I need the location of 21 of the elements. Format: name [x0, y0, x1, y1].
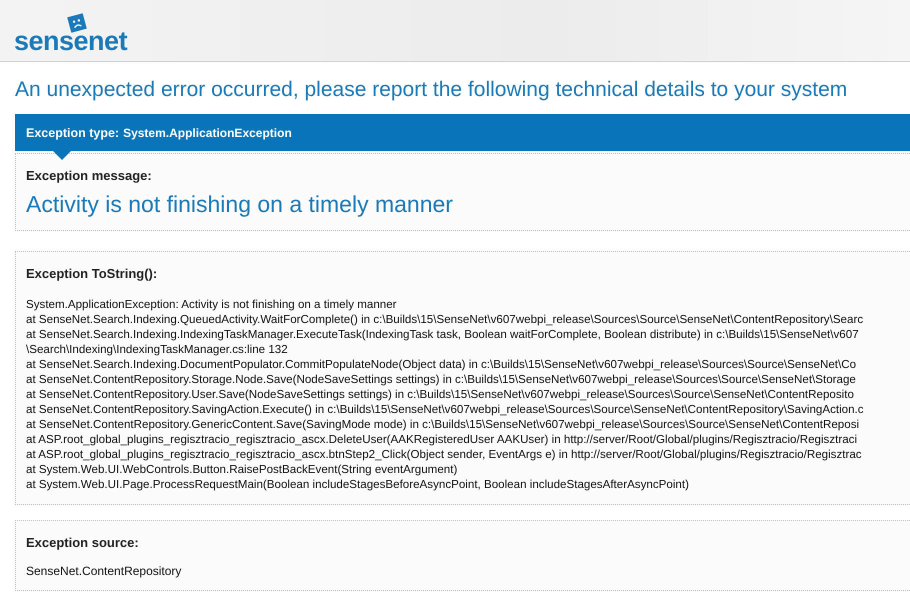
exception-source: SenseNet.ContentRepository — [26, 564, 182, 578]
stack-trace-line: at SenseNet.ContentRepository.Storage.Node.Save(NodeSaveSettings settings) in c:\Builds\15\SenseNet\v607webpi_release\Sources\Source\SenseNet\Storage — [26, 372, 857, 387]
section-title: Exception message: — [26, 168, 153, 183]
stack-trace-line: at System.Web.UI.WebControls.Button.RaisePostBackEvent(String eventArgument) — [26, 462, 458, 477]
stack-trace-line: \Search\Indexing\IndexingTaskManager.cs:line 132 — [26, 342, 289, 357]
stack-trace-line: at ASP.root_global_plugins_regisztracio_regisztracio_ascx.DeleteUser(AAKRegisteredUser AAKUser) in http://server/Root/Global/plugins/Regisztracio/Regisztraci — [26, 432, 858, 447]
section-title: Exception source: — [26, 535, 140, 550]
stack-trace-line: at SenseNet.ContentRepository.SavingAction.Execute() in c:\Builds\15\SenseNet\v607webpi_release\Sources\Source\SenseNet\ContentRepository\SavingAction.c — [26, 402, 865, 417]
error-message: Activity is not finishing on a timely manner — [26, 191, 454, 218]
stack-trace-line: at SenseNet.Search.Indexing.DocumentPopulator.CommitPopulateNode(Object data) in c:\Builds\15\SenseNet\v607webpi_release\Sources\Source\SenseNet\Co — [26, 357, 858, 372]
stack-trace-line: at SenseNet.ContentRepository.GenericContent.Save(SavingMode mode) in c:\Builds\15\SenseNet\v607webpi_release\Sources\Source\SenseNet\ContentReposi — [26, 417, 860, 432]
stack-trace-line: at SenseNet.Search.Indexing.IndexingTaskManager.ExecuteTask(IndexingTask task, Boolean waitForComplete, Boolean distribute) in c:\Builds\15\SenseNet\v607 — [26, 327, 860, 342]
stack-trace-line: at SenseNet.Search.Indexing.QueuedActivity.WaitForComplete() in c:\Builds\15\SenseNet\v607webpi_release\Sources\Source\SenseNet\ContentRepository\Searc — [26, 312, 864, 327]
error-heading: An unexpected error occurred, please report the following technical details to your system — [15, 78, 848, 102]
section-title: Exception ToString(): — [26, 266, 158, 281]
stack-trace-line: at SenseNet.ContentRepository.User.Save(NodeSaveSettings settings) in c:\Builds\15\SenseNet\v607webpi_release\Sources\Source\SenseNet\ContentReposito — [26, 387, 855, 402]
stack-trace-line: at ASP.root_global_plugins_regisztracio_regisztracio_ascx.btnStep2_Click(Object sender, EventArgs e) in http://server/Root/Global/plugins/Regisztracio/Regisztrac — [26, 447, 863, 462]
logo-text: sensenet — [14, 28, 128, 54]
exception-type-bar: Exception type: System.ApplicationException — [15, 114, 910, 151]
stack-trace-line: System.ApplicationException: Activity is not finishing on a timely manner — [26, 297, 398, 312]
stack-trace-line: at System.Web.UI.Page.ProcessRequestMain(Boolean includeStagesBeforeAsyncPoint, Boolean includeStagesAfterAsyncPoint) — [26, 477, 690, 492]
